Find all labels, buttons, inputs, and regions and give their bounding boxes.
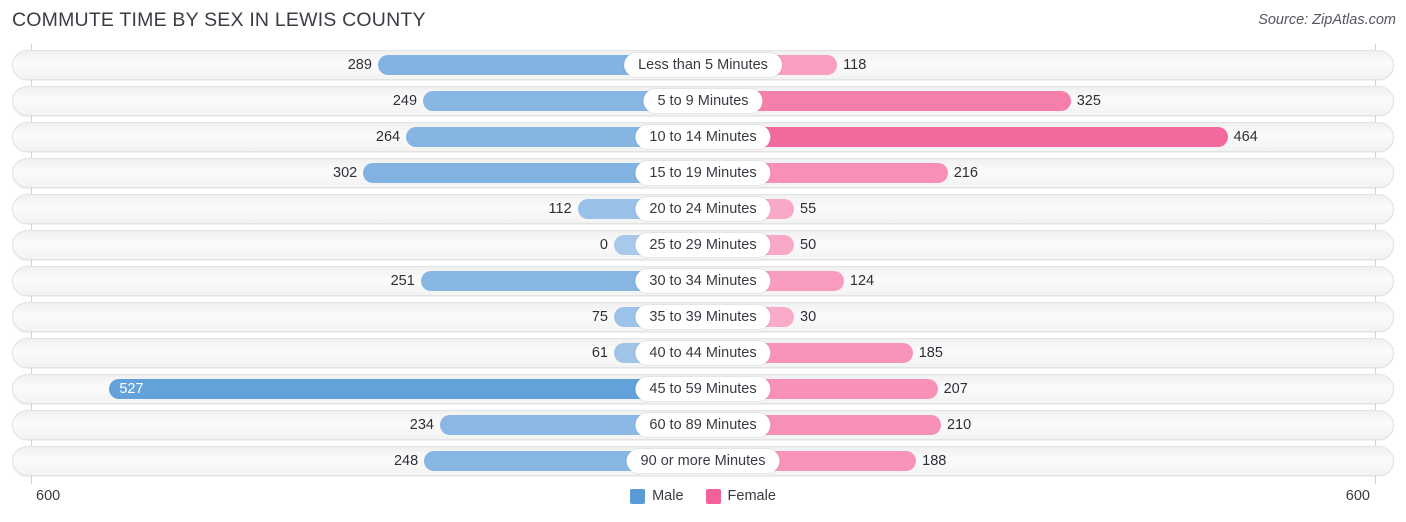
table-row[interactable]: 264 464 10 to 14 Minutes: [12, 122, 1394, 152]
legend-swatch-female-icon: [705, 488, 721, 504]
chart-footer: 600 600 Male Female: [0, 484, 1406, 522]
male-bar[interactable]: [109, 379, 704, 399]
legend-label-female: Female: [727, 488, 776, 504]
female-half: 55: [704, 195, 1395, 223]
male-value-label: 251: [390, 273, 415, 289]
category-label-pill[interactable]: 35 to 39 Minutes: [635, 305, 771, 329]
male-half: 234: [13, 411, 704, 439]
female-value-label: 464: [1233, 129, 1258, 145]
table-row[interactable]: 0 50 25 to 29 Minutes: [12, 230, 1394, 260]
male-half: 251: [13, 267, 704, 295]
male-value-label: 112: [548, 201, 572, 217]
female-half: 124: [704, 267, 1395, 295]
female-value-label: 118: [843, 57, 867, 73]
male-value-label: 302: [333, 165, 358, 181]
category-label-pill[interactable]: 10 to 14 Minutes: [635, 125, 771, 149]
male-value-label: 264: [375, 129, 401, 145]
female-half: 185: [704, 339, 1395, 367]
female-half: 118: [704, 51, 1395, 79]
table-row[interactable]: 112 55 20 to 24 Minutes: [12, 194, 1394, 224]
female-value-label: 124: [849, 273, 875, 289]
male-half: 112: [13, 195, 704, 223]
category-label-pill[interactable]: 90 or more Minutes: [626, 449, 780, 473]
category-label-pill[interactable]: 25 to 29 Minutes: [635, 233, 771, 257]
table-row[interactable]: 251 124 30 to 34 Minutes: [12, 266, 1394, 296]
female-value-label: 325: [1076, 93, 1101, 109]
female-value-label: 188: [922, 453, 947, 469]
female-half: 210: [704, 411, 1395, 439]
male-value-label: 527: [119, 381, 144, 397]
table-row[interactable]: 302 216 15 to 19 Minutes: [12, 158, 1394, 188]
chart-plot-area: 289 118 Less than 5 Minutes 249 325 5 to 9 Mi…: [0, 44, 1406, 484]
table-row[interactable]: 289 118 Less than 5 Minutes: [12, 50, 1394, 80]
bar-rows-container: 289 118 Less than 5 Minutes 249 325 5 to 9 Mi…: [12, 50, 1394, 482]
category-label-pill[interactable]: Less than 5 Minutes: [624, 53, 782, 77]
female-half: 30: [704, 303, 1395, 331]
female-half: 188: [704, 447, 1395, 475]
female-value-label: 210: [946, 417, 972, 433]
table-row[interactable]: 75 30 35 to 39 Minutes: [12, 302, 1394, 332]
female-half: 464: [704, 123, 1395, 151]
male-half: 249: [13, 87, 704, 115]
category-label-pill[interactable]: 45 to 59 Minutes: [635, 377, 771, 401]
male-value-label: 249: [392, 93, 418, 109]
female-half: 216: [704, 159, 1395, 187]
male-value-label: 75: [591, 309, 608, 325]
legend-item-female[interactable]: Female: [705, 488, 776, 504]
male-half: 0: [13, 231, 704, 259]
female-value-label: 216: [953, 165, 978, 181]
female-value-label: 50: [800, 237, 817, 253]
table-row[interactable]: 248 188 90 or more Minutes: [12, 446, 1394, 476]
male-half: 61: [13, 339, 704, 367]
category-label-pill[interactable]: 20 to 24 Minutes: [635, 197, 771, 221]
female-half: 207: [704, 375, 1395, 403]
table-row[interactable]: 527 207 45 to 59 Minutes: [12, 374, 1394, 404]
female-value-label: 55: [800, 201, 817, 217]
male-half: 75: [13, 303, 704, 331]
female-half: 325: [704, 87, 1395, 115]
legend-label-male: Male: [652, 488, 684, 504]
category-label-pill[interactable]: 40 to 44 Minutes: [635, 341, 771, 365]
page-title: COMMUTE TIME BY SEX IN LEWIS COUNTY: [12, 9, 426, 31]
category-label-pill[interactable]: 15 to 19 Minutes: [635, 161, 771, 185]
category-label-pill[interactable]: 5 to 9 Minutes: [643, 89, 763, 113]
male-half: 527: [13, 375, 704, 403]
male-value-label: 61: [591, 345, 608, 361]
table-row[interactable]: 249 325 5 to 9 Minutes: [12, 86, 1394, 116]
chart-header: COMMUTE TIME BY SEX IN LEWIS COUNTY Sour…: [0, 0, 1406, 44]
male-value-label: 289: [347, 57, 372, 73]
female-half: 50: [704, 231, 1395, 259]
male-value-label: 0: [599, 237, 608, 253]
female-bar[interactable]: [704, 127, 1228, 147]
source-attribution: Source: ZipAtlas.com: [1258, 12, 1396, 28]
male-half: 264: [13, 123, 704, 151]
table-row[interactable]: 61 185 40 to 44 Minutes: [12, 338, 1394, 368]
male-half: 302: [13, 159, 704, 187]
category-label-pill[interactable]: 30 to 34 Minutes: [635, 269, 771, 293]
female-value-label: 185: [918, 345, 943, 361]
male-value-label: 248: [393, 453, 419, 469]
legend-swatch-male-icon: [630, 488, 646, 504]
female-value-label: 207: [943, 381, 968, 397]
male-value-label: 234: [409, 417, 434, 433]
female-value-label: 30: [800, 309, 817, 325]
legend-item-male[interactable]: Male: [630, 488, 684, 504]
chart-legend: Male Female: [0, 488, 1406, 504]
male-half: 289: [13, 51, 704, 79]
table-row[interactable]: 234 210 60 to 89 Minutes: [12, 410, 1394, 440]
category-label-pill[interactable]: 60 to 89 Minutes: [635, 413, 771, 437]
male-half: 248: [13, 447, 704, 475]
